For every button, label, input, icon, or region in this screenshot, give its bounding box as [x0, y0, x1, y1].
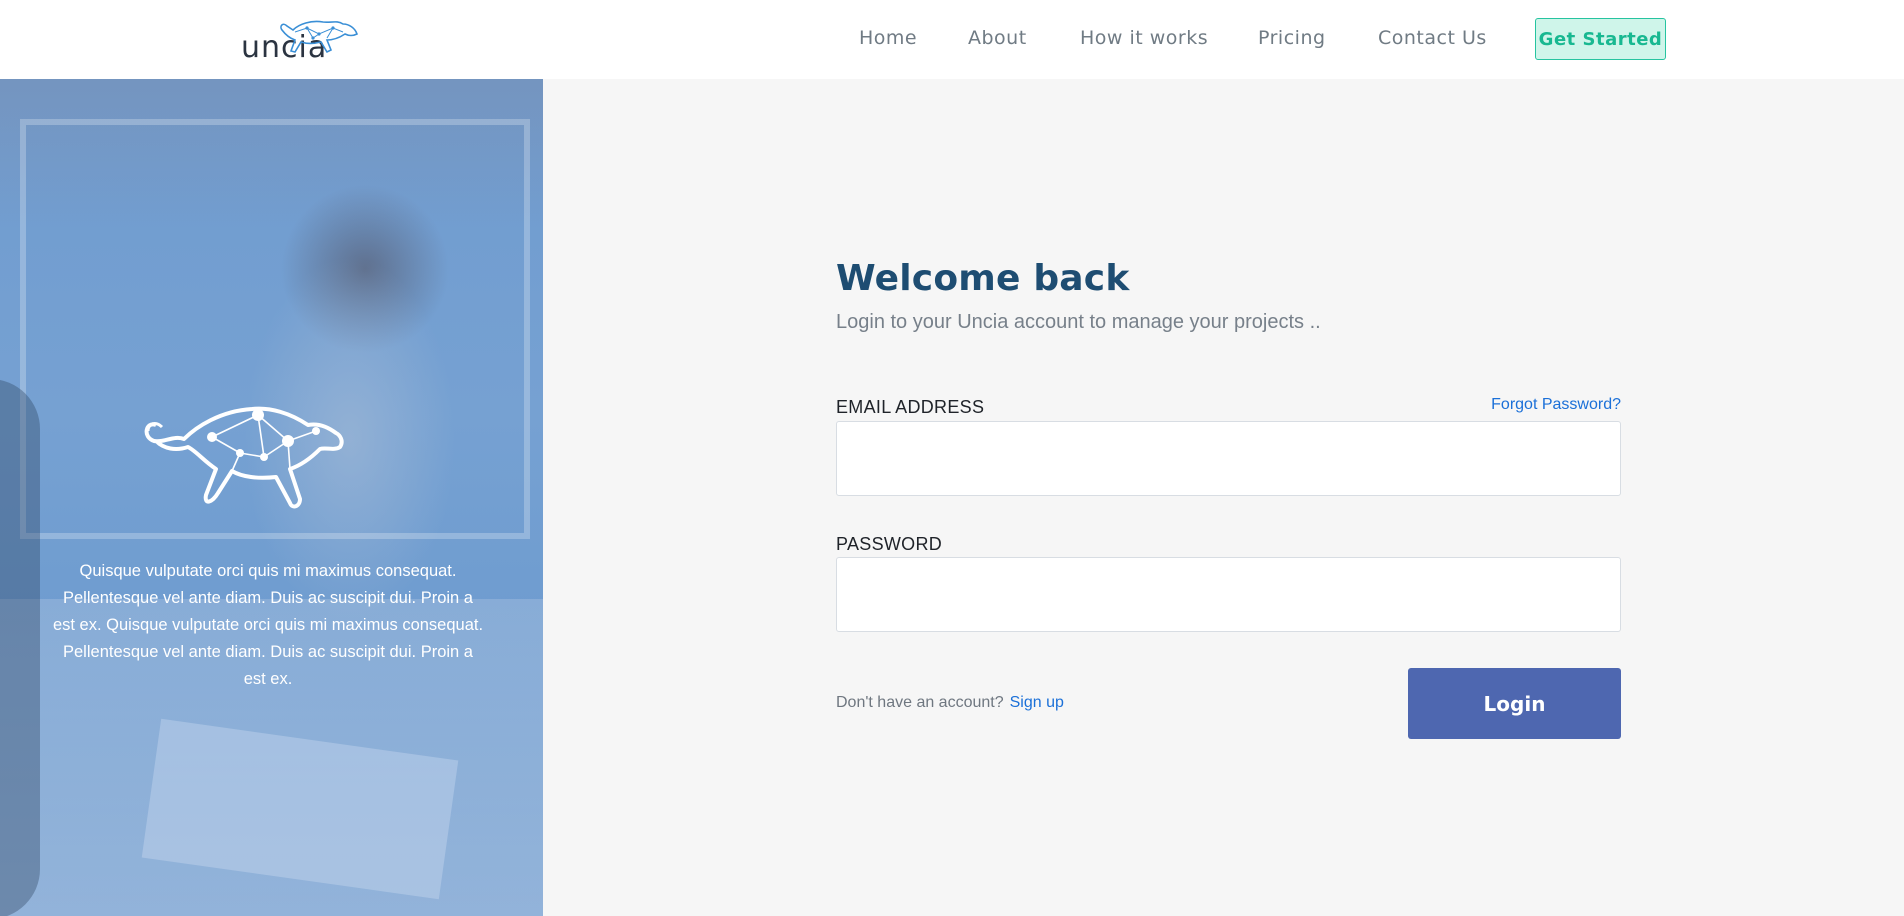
snow-leopard-constellation-icon: [144, 406, 344, 509]
password-label: PASSWORD: [836, 534, 943, 554]
uncia-logo[interactable]: uncia: [241, 18, 363, 65]
hero-image-panel: Quisque vulputate orci quis mi maximus c…: [0, 79, 543, 916]
login-form: Welcome back Login to your Uncia account…: [836, 0, 1621, 916]
forgot-password-link[interactable]: Forgot Password?: [1491, 396, 1621, 414]
snow-leopard-logo-icon: [280, 20, 358, 54]
page-subtitle: Login to your Uncia account to manage yo…: [836, 311, 1321, 333]
password-field[interactable]: [836, 557, 1621, 632]
email-field[interactable]: [836, 421, 1621, 496]
email-label: EMAIL ADDRESS: [836, 397, 985, 417]
hero-description: Quisque vulputate orci quis mi maximus c…: [52, 562, 484, 688]
page-title: Welcome back: [836, 258, 1130, 299]
hero-background-person: [0, 379, 40, 916]
signup-prompt-text: Don't have an account?: [836, 694, 1004, 711]
login-button[interactable]: Login: [1408, 668, 1621, 739]
signup-link[interactable]: Sign up: [1010, 694, 1064, 711]
signup-prompt-row: Don't have an account? Sign up: [836, 694, 1064, 712]
